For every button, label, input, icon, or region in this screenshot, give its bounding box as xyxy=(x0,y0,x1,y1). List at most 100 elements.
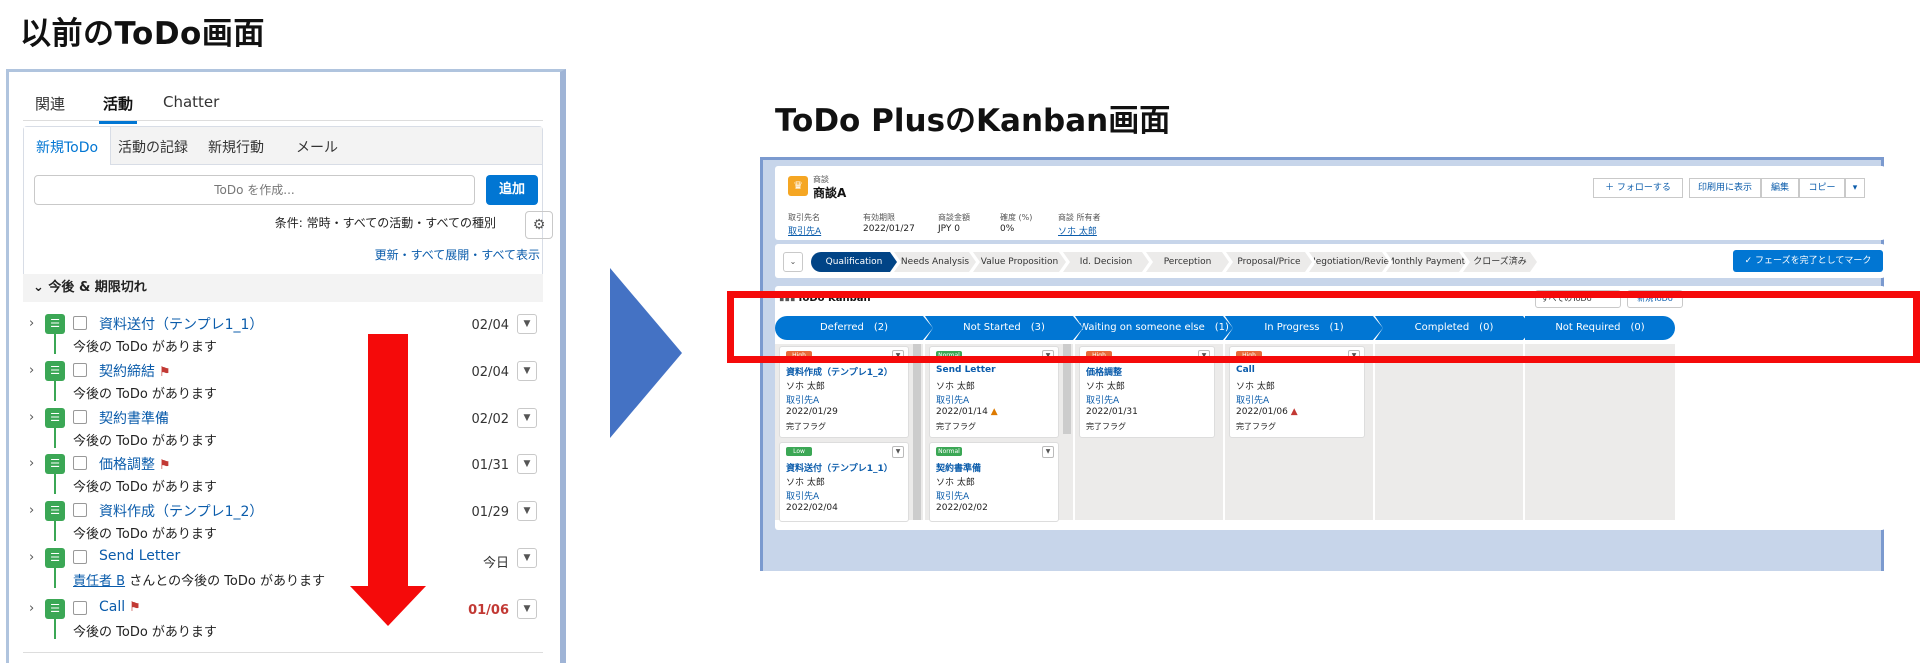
kanban-card[interactable]: Low ▼ 資料送付（テンプレ1_1） ソホ 太郎 取引先A 2022/02/0… xyxy=(779,442,909,522)
tab-activity[interactable]: 活動 xyxy=(98,93,138,124)
card-complete-flag[interactable]: 完了フラグ xyxy=(1086,421,1126,432)
task-checkbox[interactable] xyxy=(73,456,87,470)
todo-input[interactable]: ToDo を作成... xyxy=(34,175,475,205)
stage-item[interactable]: Id. Decision Makers xyxy=(1063,252,1149,272)
chevron-down-icon[interactable]: ▼ xyxy=(517,501,537,521)
related-tabs: 関連 活動 Chatter xyxy=(23,87,543,124)
chevron-down-icon[interactable]: ⌄ xyxy=(783,252,803,272)
task-name[interactable]: 契約書準備 xyxy=(99,408,169,428)
stage-item[interactable]: Perception Analysis xyxy=(1146,252,1229,272)
field-label: 商談 所有者 xyxy=(1058,213,1101,222)
task-checkbox[interactable] xyxy=(73,316,87,330)
owner-link[interactable]: 責任者 B xyxy=(73,574,125,589)
stage-item[interactable]: Value Proposition xyxy=(973,252,1066,272)
chevron-down-icon[interactable]: ▼ xyxy=(517,548,537,568)
chevron-right-icon[interactable]: › xyxy=(29,601,34,616)
card-account[interactable]: 取引先A xyxy=(936,489,969,502)
task-name[interactable]: Send Letter xyxy=(99,548,180,564)
mark-stage-complete-button[interactable]: ✓ フェーズを完了としてマーク xyxy=(1733,250,1883,272)
chevron-down-icon[interactable]: ▼ xyxy=(892,446,904,458)
task-subtext: 今後の ToDo があります xyxy=(73,480,217,495)
probability: 0% xyxy=(1000,224,1015,234)
chevron-down-icon[interactable]: ▼ xyxy=(517,314,537,334)
task-icon: ☰ xyxy=(45,408,65,428)
tab-chatter[interactable]: Chatter xyxy=(163,93,219,111)
copy-button[interactable]: コピー xyxy=(1799,178,1845,198)
stage-item[interactable]: Monthly Payment C... xyxy=(1386,252,1466,272)
chevron-right-icon[interactable]: › xyxy=(29,316,34,331)
card-title[interactable]: Call xyxy=(1236,365,1255,375)
stage-item[interactable]: Proposal/Price Quote xyxy=(1226,252,1312,272)
card-account[interactable]: 取引先A xyxy=(786,393,819,406)
task-row[interactable]: › ☰ 契約書準備 今後の ToDo があります 02/02 ▼ xyxy=(23,406,543,452)
tab-log-activity[interactable]: 活動の記録 xyxy=(118,137,188,157)
chevron-right-icon[interactable]: › xyxy=(29,503,34,518)
task-row[interactable]: › ☰ 契約締結 ⚑ 今後の ToDo があります 02/04 ▼ xyxy=(23,359,543,405)
chevron-down-icon[interactable]: ▼ xyxy=(517,408,537,428)
card-title[interactable]: Send Letter xyxy=(936,365,996,375)
task-name[interactable]: 資料作成（テンプレ1_2） xyxy=(99,501,263,521)
task-row[interactable]: › ☰ Send Letter 責任者 B さんとの今後の ToDo があります… xyxy=(23,546,543,592)
task-checkbox[interactable] xyxy=(73,410,87,424)
task-row[interactable]: › ☰ 資料作成（テンプレ1_2） 今後の ToDo があります 01/29 ▼ xyxy=(23,499,543,545)
card-account[interactable]: 取引先A xyxy=(786,489,819,502)
task-checkbox[interactable] xyxy=(73,363,87,377)
task-checkbox[interactable] xyxy=(73,550,87,564)
tab-new-todo[interactable]: 新規ToDo xyxy=(24,127,112,165)
tab-new-event[interactable]: 新規行動 xyxy=(208,137,264,157)
task-row[interactable]: › ☰ 資料送付（テンプレ1_1） 今後の ToDo があります 02/04 ▼ xyxy=(23,312,543,358)
stage-qualification[interactable]: Qualification xyxy=(811,252,897,272)
filter-text: 条件: 常時・すべての活動・すべての種別 xyxy=(274,216,496,230)
kanban-card[interactable]: Normal ▼ 契約書準備 ソホ 太郎 取引先A 2022/02/02 xyxy=(929,442,1059,522)
card-complete-flag[interactable]: 完了フラグ xyxy=(1236,421,1276,432)
owner-link[interactable]: ソホ 太郎 xyxy=(1058,224,1097,237)
card-owner: ソホ 太郎 xyxy=(1086,382,1125,392)
section-upcoming[interactable]: ⌄ 今後 & 期限切れ xyxy=(23,274,543,302)
scrollbar[interactable] xyxy=(913,344,921,520)
kanban-column xyxy=(1375,344,1523,520)
stage-item[interactable]: クローズ済み xyxy=(1463,252,1537,272)
print-button[interactable]: 印刷用に表示 xyxy=(1689,178,1761,198)
chevron-right-icon[interactable]: › xyxy=(29,410,34,425)
card-title[interactable]: 価格調整 xyxy=(1086,365,1122,378)
tab-email[interactable]: メール xyxy=(296,137,338,157)
card-account[interactable]: 取引先A xyxy=(1086,393,1119,406)
kanban-screenshot: ♛ 商談 商談A ＋ フォローする 印刷用に表示 編集 コピー ▾ 取引先名 取… xyxy=(760,157,1885,571)
card-owner: ソホ 太郎 xyxy=(936,478,975,488)
card-account[interactable]: 取引先A xyxy=(1236,393,1269,406)
card-title[interactable]: 資料送付（テンプレ1_1） xyxy=(786,461,893,474)
stage-item[interactable]: Needs Analysis xyxy=(894,252,976,272)
task-checkbox[interactable] xyxy=(73,503,87,517)
task-date: 02/04 xyxy=(471,365,509,380)
tab-related[interactable]: 関連 xyxy=(35,93,65,114)
card-complete-flag[interactable]: 完了フラグ xyxy=(786,421,826,432)
chevron-down-icon[interactable]: ▼ xyxy=(517,454,537,474)
timeline-links[interactable]: 更新・すべて展開・すべて表示 xyxy=(375,246,540,263)
card-account[interactable]: 取引先A xyxy=(936,393,969,406)
add-button[interactable]: 追加 xyxy=(486,175,538,205)
task-row[interactable]: › ☰ Call ⚑ 今後の ToDo があります 01/06 ▼ xyxy=(23,597,543,643)
stage-item[interactable]: Negotiation/Review xyxy=(1309,252,1389,272)
task-name[interactable]: 価格調整 ⚑ xyxy=(99,454,171,474)
card-title[interactable]: 契約書準備 xyxy=(936,461,981,474)
edit-button[interactable]: 編集 xyxy=(1761,178,1799,198)
task-name[interactable]: Call ⚑ xyxy=(99,599,141,615)
card-title[interactable]: 資料作成（テンプレ1_2） xyxy=(786,365,893,378)
chevron-down-icon[interactable]: ▼ xyxy=(1042,446,1054,458)
card-date: 2022/01/31 xyxy=(1086,407,1138,417)
task-name[interactable]: 契約締結 ⚑ xyxy=(99,361,171,381)
gear-icon[interactable]: ⚙ xyxy=(525,211,553,239)
chevron-right-icon[interactable]: › xyxy=(29,363,34,378)
chevron-down-icon[interactable]: ▾ xyxy=(1845,178,1865,198)
task-checkbox[interactable] xyxy=(73,601,87,615)
chevron-right-icon[interactable]: › xyxy=(29,456,34,471)
chevron-down-icon[interactable]: ▼ xyxy=(517,599,537,619)
task-row[interactable]: › ☰ 価格調整 ⚑ 今後の ToDo があります 01/31 ▼ xyxy=(23,452,543,498)
task-subtext: 責任者 B さんとの今後の ToDo があります xyxy=(73,574,325,589)
chevron-right-icon[interactable]: › xyxy=(29,550,34,565)
account-link[interactable]: 取引先A xyxy=(788,224,821,237)
task-name[interactable]: 資料送付（テンプレ1_1） xyxy=(99,314,263,334)
card-complete-flag[interactable]: 完了フラグ xyxy=(936,421,976,432)
chevron-down-icon[interactable]: ▼ xyxy=(517,361,537,381)
follow-button[interactable]: ＋ フォローする xyxy=(1593,178,1683,198)
